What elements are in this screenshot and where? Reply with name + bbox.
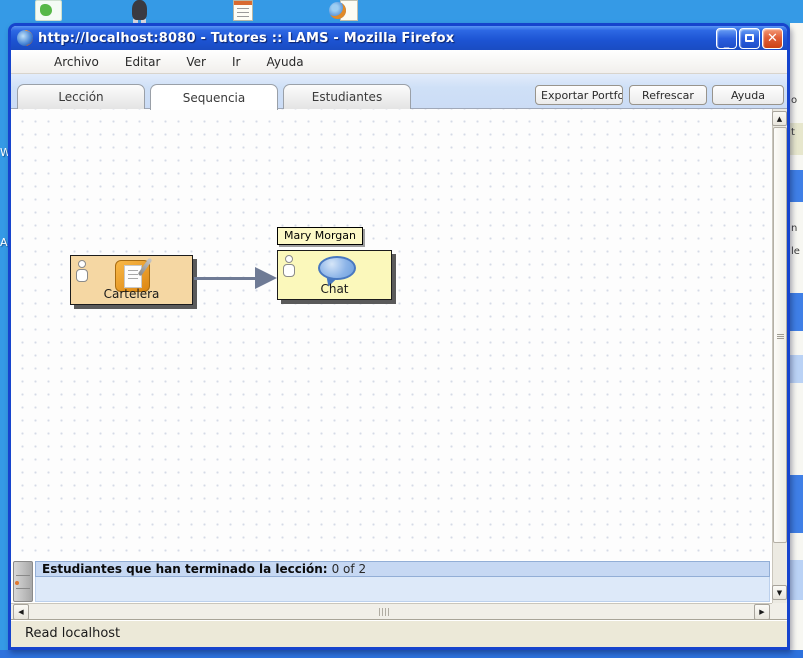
tab-leccion[interactable]: Lección: [17, 84, 145, 109]
scroll-left-arrow[interactable]: ◀: [13, 604, 29, 619]
menu-ver[interactable]: Ver: [173, 52, 219, 72]
bg-row: [790, 475, 803, 533]
window-title: http://localhost:8080 - Tutores :: LAMS …: [38, 31, 716, 46]
vscroll-thumb[interactable]: [773, 127, 787, 543]
export-portfolio-button[interactable]: Exportar Portfolio: [535, 85, 623, 105]
panel-splitter-handle[interactable]: [13, 561, 33, 602]
scroll-up-arrow[interactable]: ▲: [772, 111, 787, 126]
bg-row: [790, 355, 803, 383]
background-window-strip: o t n le: [790, 23, 803, 658]
person-status-icon: [283, 255, 295, 279]
hscroll-grip[interactable]: [379, 608, 389, 616]
menu-archivo[interactable]: Archivo: [41, 52, 112, 72]
horizontal-scrollbar[interactable]: ◀ ▶: [11, 603, 772, 619]
activity-label: Cartelera: [71, 287, 192, 301]
transition-arrow-head: [255, 267, 277, 289]
status-bar: Read localhost: [11, 619, 787, 647]
desktop-bottom-band: [0, 650, 803, 658]
progress-value: 0 of 2: [332, 562, 366, 576]
bg-text-fragment: t: [791, 127, 795, 138]
menu-ir[interactable]: Ir: [219, 52, 253, 72]
menubar: Archivo Editar Ver Ir Ayuda: [11, 50, 787, 74]
tab-band: Lección Sequencia Estudiantes Exportar P…: [11, 74, 787, 109]
sequence-canvas[interactable]: Cartelera Chat Mary Morgan: [11, 109, 772, 560]
menu-editar[interactable]: Editar: [112, 52, 174, 72]
bg-row: [790, 170, 803, 202]
tab-estudiantes[interactable]: Estudiantes: [283, 84, 411, 109]
desktop-icon-notepad[interactable]: [233, 0, 253, 21]
bg-text-fragment: le: [791, 246, 800, 257]
bg-text-fragment: o: [791, 95, 797, 106]
scrollbar-corner: [772, 603, 787, 619]
sequence-monitor: Cartelera Chat Mary Morgan Estudiantes q…: [11, 109, 787, 619]
bg-row: [790, 293, 803, 331]
maximize-button[interactable]: [739, 28, 760, 49]
transition-arrow-line: [194, 277, 258, 280]
status-text: Read localhost: [25, 626, 120, 641]
minimize-button[interactable]: _: [716, 28, 737, 49]
close-button[interactable]: ✕: [762, 28, 783, 49]
activity-chat[interactable]: Chat: [277, 250, 392, 300]
person-status-icon: [76, 260, 88, 284]
activity-cartelera[interactable]: Cartelera: [70, 255, 193, 305]
help-button[interactable]: Ayuda: [712, 85, 784, 105]
refresh-button[interactable]: Refrescar: [629, 85, 707, 105]
chat-bubble-icon: [318, 256, 356, 281]
desktop-label-fragment: A: [0, 236, 8, 249]
progress-label: Estudiantes que han terminado la lección…: [42, 562, 328, 576]
desktop-icon-penguin[interactable]: [127, 0, 152, 21]
scroll-down-arrow[interactable]: ▼: [772, 585, 787, 600]
titlebar[interactable]: http://localhost:8080 - Tutores :: LAMS …: [11, 26, 787, 50]
bg-row: [790, 560, 803, 600]
bg-text-fragment: n: [791, 223, 797, 234]
vertical-scrollbar[interactable]: ▲ ▼: [772, 109, 787, 603]
scroll-right-arrow[interactable]: ▶: [754, 604, 770, 619]
desktop-icon-internet[interactable]: [329, 0, 358, 21]
firefox-icon: [17, 30, 33, 46]
tab-sequencia[interactable]: Sequencia: [150, 84, 278, 110]
desktop-icon-folder[interactable]: [35, 0, 62, 21]
activity-label: Chat: [278, 282, 391, 296]
firefox-window: http://localhost:8080 - Tutores :: LAMS …: [8, 23, 790, 650]
progress-panel: Estudiantes que han terminado la lección…: [11, 560, 772, 603]
menu-ayuda[interactable]: Ayuda: [253, 52, 316, 72]
learner-tooltip: Mary Morgan: [277, 227, 363, 245]
progress-bar-header: Estudiantes que han terminado la lección…: [35, 561, 770, 577]
progress-panel-body: [35, 577, 770, 602]
